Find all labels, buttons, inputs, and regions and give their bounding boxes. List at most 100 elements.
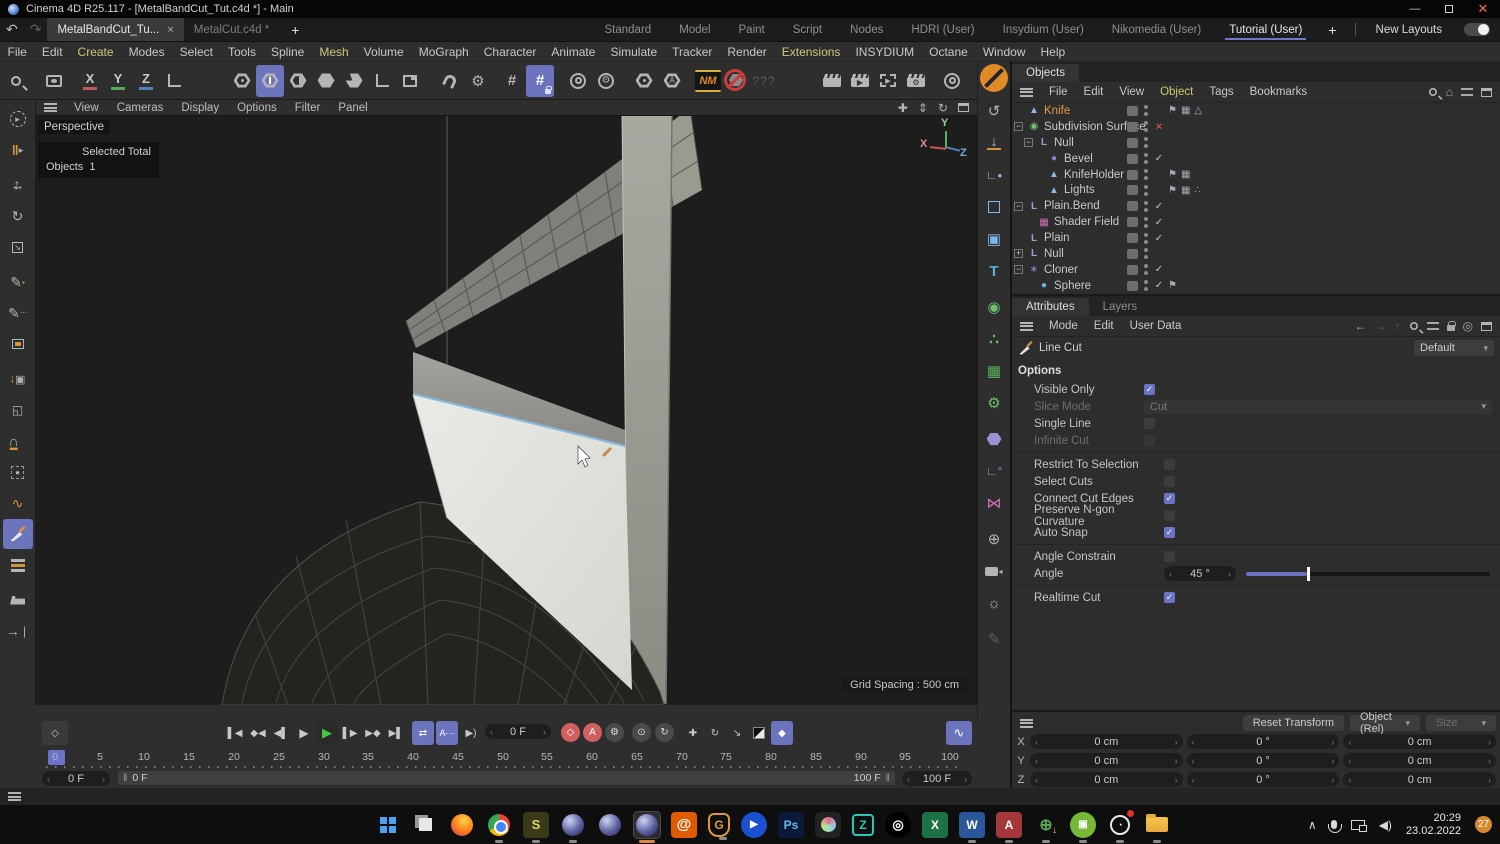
key-rotation-button[interactable]: ↻ xyxy=(705,721,725,745)
next-key-button[interactable]: ▶◆ xyxy=(362,721,384,745)
position-y-field[interactable]: ‹ 0 cm › xyxy=(1030,753,1183,768)
knife-tool[interactable] xyxy=(2,519,33,549)
sketch-spline-tool[interactable]: ✎ ⋯ xyxy=(3,298,33,328)
tree-row-shader-field[interactable]: ▦ Shader Field ✓ xyxy=(1012,214,1500,230)
filter-icon[interactable] xyxy=(1426,322,1439,330)
media-player-icon[interactable]: ▶ xyxy=(741,811,767,838)
enabled-toggle-on[interactable]: ✓ xyxy=(1153,264,1165,275)
scale-x-field[interactable]: ‹ 0 cm › xyxy=(1343,734,1497,749)
editor-app-icon[interactable]: ◎ xyxy=(885,811,911,838)
visibility-toggle[interactable] xyxy=(1127,233,1138,244)
new-document-button[interactable]: + xyxy=(279,22,311,38)
objects-menu-tags[interactable]: Tags xyxy=(1201,86,1241,98)
tree-row-cloner[interactable]: − ∗ Cloner ✓ xyxy=(1012,262,1500,278)
previous-frame-button[interactable]: ◀▌ xyxy=(270,721,292,745)
live-selection-tool[interactable]: ▸ xyxy=(3,104,33,134)
preset-dropdown[interactable]: Default ▾ xyxy=(1414,340,1494,356)
select-cuts-checkbox[interactable]: ✓ xyxy=(1164,476,1175,487)
tab-objects[interactable]: Objects xyxy=(1012,64,1079,82)
loop-selection-tool[interactable]: ‖ ▸ xyxy=(3,135,33,165)
menu-volume[interactable]: Volume xyxy=(356,45,411,59)
timeline-ruler[interactable]: 0 5 10 15 20 25 30 35 40 45 50 55 60 65 … xyxy=(0,749,977,769)
tree-row-knife[interactable]: ▲ Knife ⚑ ▦ △ xyxy=(1012,103,1500,119)
slider-handle[interactable] xyxy=(1307,566,1310,581)
key-pla-button[interactable] xyxy=(749,721,769,745)
viewport-canvas[interactable]: Perspective Selected Total Objects 1 Gri… xyxy=(36,116,977,705)
scale-z-field[interactable]: ‹ 0 cm › xyxy=(1343,772,1497,787)
cube-primitive-button[interactable]: ▣ xyxy=(980,224,1009,254)
auto-snap-checkbox[interactable]: ✓ xyxy=(1164,527,1175,538)
previous-key-button[interactable]: ◆◀ xyxy=(247,721,269,745)
objects-menu-edit[interactable]: Edit xyxy=(1076,86,1112,98)
objects-menu-bookmarks[interactable]: Bookmarks xyxy=(1242,86,1316,98)
play-backwards-button[interactable]: ▶ xyxy=(293,721,315,745)
enabled-toggle-on[interactable]: ✓ xyxy=(1153,233,1165,244)
rotation-y-field[interactable]: ‹ 0 ° › xyxy=(1186,753,1340,768)
render-settings-button[interactable]: ⚙ xyxy=(902,65,930,97)
drop-to-floor-button[interactable]: ↓ xyxy=(980,128,1009,158)
viewport-menu-view[interactable]: View xyxy=(65,102,108,114)
speaker-icon[interactable]: ◀) xyxy=(1379,818,1392,832)
selection-tag-icon[interactable]: ⚑ xyxy=(1168,169,1177,180)
cinema4d-icon-2[interactable] xyxy=(597,812,623,838)
tree-row-subdivision-surface[interactable]: − ◉ Subdivision Surface × xyxy=(1012,119,1500,135)
extrude-tool[interactable]: ↓ ▣ xyxy=(3,364,33,394)
visibility-toggle[interactable] xyxy=(1127,217,1138,228)
davinci-resolve-icon[interactable] xyxy=(815,811,841,838)
clock[interactable]: 20:29 23.02.2022 xyxy=(1406,812,1461,838)
home-icon[interactable]: ⌂ xyxy=(1446,85,1453,99)
render-region-button[interactable]: ▶ xyxy=(874,65,902,97)
snap-button[interactable] xyxy=(436,65,464,97)
enabled-toggle-on[interactable]: ✓ xyxy=(1153,153,1165,164)
objects-hamburger-icon[interactable] xyxy=(1020,87,1033,97)
record-mouse-button[interactable]: ⊙ xyxy=(632,723,651,742)
phong-tag-icon[interactable]: △ xyxy=(1194,105,1202,116)
camera-label[interactable]: Perspective xyxy=(38,120,111,134)
enable-axis-button[interactable] xyxy=(368,65,396,97)
target-icon[interactable]: ◎ xyxy=(1463,319,1473,333)
cast-display-icon[interactable] xyxy=(1350,819,1367,832)
layout-tab-insydium[interactable]: Insydium (User) xyxy=(989,18,1098,41)
file-explorer-icon[interactable] xyxy=(1144,812,1170,843)
layout-tab-tutorial[interactable]: Tutorial (User) xyxy=(1215,18,1316,41)
menu-select[interactable]: Select xyxy=(172,45,220,59)
downloader-icon[interactable]: ⊕ ↓ xyxy=(1033,812,1059,843)
visibility-dots[interactable] xyxy=(1144,232,1148,244)
record-keyframe-button[interactable]: ◇ xyxy=(561,723,580,742)
preserve-ngon-checkbox[interactable]: ✓ xyxy=(1164,510,1175,521)
menu-window[interactable]: Window xyxy=(975,45,1033,59)
lock-z-axis-button[interactable]: Z xyxy=(132,65,160,97)
viewport-menu-cameras[interactable]: Cameras xyxy=(108,102,173,114)
spline-primitive-button[interactable] xyxy=(980,192,1009,222)
rectangle-spline-tool[interactable] xyxy=(3,329,33,359)
maximize-view-icon[interactable] xyxy=(958,103,969,112)
undo-icon[interactable]: ↶ xyxy=(0,21,24,38)
texture-mode-button[interactable] xyxy=(340,65,368,97)
document-tab[interactable]: MetalCut.c4d * xyxy=(184,18,279,41)
tab-attributes[interactable]: Attributes xyxy=(1012,298,1089,316)
lock-icon[interactable] xyxy=(1446,321,1456,331)
instance-tag-icon[interactable]: ∴ xyxy=(1194,185,1200,196)
menu-file[interactable]: File xyxy=(0,45,34,59)
play-forward-button[interactable]: ▶ xyxy=(316,721,338,745)
boole-generator-button[interactable]: ▦ xyxy=(980,356,1009,386)
subdivision-surface-button[interactable]: ◉ xyxy=(980,292,1009,322)
visible-only-checkbox[interactable]: ✓ xyxy=(1144,384,1155,395)
objects-menu-view[interactable]: View xyxy=(1111,86,1152,98)
visibility-toggle[interactable] xyxy=(1127,137,1138,148)
visibility-toggle[interactable] xyxy=(1127,248,1138,259)
rotation-x-field[interactable]: ‹ 0 ° › xyxy=(1186,734,1340,749)
key-position-button[interactable]: ✚ xyxy=(683,721,703,745)
symmetry-button[interactable]: ⋈ xyxy=(980,488,1009,518)
excel-icon[interactable]: X xyxy=(922,811,948,838)
keying-settings-button[interactable]: ⚙ xyxy=(605,723,624,742)
new-layouts-button[interactable]: New Layouts xyxy=(1362,18,1456,41)
rotation-z-field[interactable]: ‹ 0 ° › xyxy=(1186,772,1340,787)
layout-tab-nodes[interactable]: Nodes xyxy=(836,18,897,41)
sky-object-button[interactable]: ⊕ xyxy=(980,524,1009,554)
modeling-settings-button[interactable]: ⚙ xyxy=(592,65,620,97)
null-axis-button[interactable]: ∟° xyxy=(980,456,1009,486)
menu-render[interactable]: Render xyxy=(720,45,774,59)
workplane-mode-button[interactable] xyxy=(396,65,424,97)
attributes-menu-mode[interactable]: Mode xyxy=(1041,320,1086,332)
